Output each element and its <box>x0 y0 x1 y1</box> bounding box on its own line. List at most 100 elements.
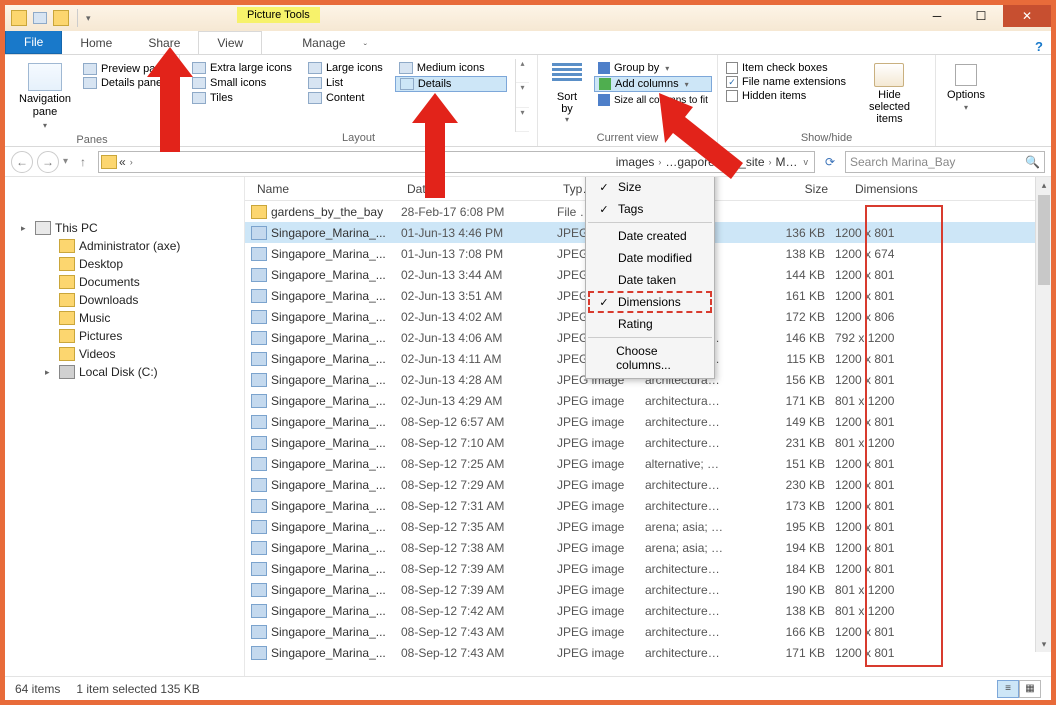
layout-scroll[interactable]: ▴▾▾ <box>515 59 529 132</box>
breadcrumb[interactable]: « <box>119 155 126 169</box>
file-name-extensions-toggle[interactable]: ✓File name extensions <box>726 76 846 88</box>
add-columns-button[interactable]: Add columns▾ <box>594 76 712 92</box>
medium-icons-icon <box>399 62 413 74</box>
size-columns-button[interactable]: Size all columns to fit <box>594 93 712 107</box>
file-row[interactable]: Singapore_Marina_...08-Sep-12 7:43 AMJPE… <box>245 642 1051 663</box>
image-file-icon <box>251 625 267 639</box>
preview-pane-button[interactable]: Preview pane <box>83 63 168 75</box>
address-box[interactable]: «› images› …gapore› on_site› M… v <box>98 151 815 173</box>
image-file-icon <box>251 415 267 429</box>
breadcrumb[interactable]: on_site <box>726 155 765 169</box>
dropdown-item[interactable]: ✓Size <box>588 177 712 198</box>
scroll-up-icon[interactable]: ▴ <box>1036 177 1051 193</box>
layout-medium-icons[interactable]: Medium icons <box>395 61 507 75</box>
image-file-icon <box>251 310 267 324</box>
file-row[interactable]: Singapore_Marina_...08-Sep-12 7:43 AMJPE… <box>245 621 1051 642</box>
scroll-down-icon[interactable]: ▾ <box>1036 636 1051 652</box>
vertical-scrollbar[interactable]: ▴ ▾ <box>1035 177 1051 652</box>
window-controls: ─ ☐ ✕ <box>915 5 1051 27</box>
breadcrumb[interactable]: images <box>616 155 655 169</box>
file-row[interactable]: Singapore_Marina_...08-Sep-12 7:39 AMJPE… <box>245 558 1051 579</box>
file-row[interactable]: Singapore_Marina_...02-Jun-13 4:29 AMJPE… <box>245 390 1051 411</box>
tree-item[interactable]: Pictures <box>41 327 238 345</box>
status-bar: 64 items 1 item selected 135 KB ≡ ▦ <box>5 676 1051 700</box>
picture-tools-tab-label[interactable]: Picture Tools <box>237 7 320 23</box>
hidden-items-toggle[interactable]: Hidden items <box>726 90 846 102</box>
breadcrumb[interactable]: M… <box>776 155 798 169</box>
sort-by-button[interactable]: Sort by ▾ <box>546 59 588 132</box>
tree-item[interactable]: Documents <box>41 273 238 291</box>
tree-item[interactable]: Desktop <box>41 255 238 273</box>
column-header-date[interactable]: Date <box>401 182 557 196</box>
breadcrumb[interactable]: …gapore <box>665 155 714 169</box>
layout-tiles[interactable]: Tiles <box>188 91 296 105</box>
tree-item[interactable]: Downloads <box>41 291 238 309</box>
column-header-name[interactable]: Name <box>251 182 401 196</box>
xl-icons-icon <box>192 62 206 74</box>
tab-file[interactable]: File <box>5 30 62 54</box>
layout-large-icons[interactable]: Large icons <box>304 61 387 75</box>
tree-item[interactable]: ▸Local Disk (C:) <box>41 363 238 381</box>
file-row[interactable]: Singapore_Marina_...08-Sep-12 7:38 AMJPE… <box>245 537 1051 558</box>
address-dropdown-icon[interactable]: v <box>800 157 813 167</box>
tree-item[interactable]: Administrator (axe) <box>41 237 238 255</box>
maximize-button[interactable]: ☐ <box>959 5 1003 27</box>
layout-small-icons[interactable]: Small icons <box>188 76 296 90</box>
details-icon <box>400 78 414 90</box>
properties-icon[interactable] <box>33 12 47 24</box>
dropdown-item[interactable]: Choose columns... <box>588 340 712 376</box>
recent-dropdown-icon[interactable]: ▾ <box>63 156 68 167</box>
dropdown-item[interactable]: Date taken <box>588 269 712 291</box>
help-icon[interactable]: ? <box>1035 39 1043 54</box>
layout-details[interactable]: Details <box>395 76 507 92</box>
file-row[interactable]: Singapore_Marina_...08-Sep-12 7:31 AMJPE… <box>245 495 1051 516</box>
dropdown-item[interactable]: Date created <box>588 225 712 247</box>
refresh-button[interactable]: ⟳ <box>819 151 841 173</box>
navigation-pane-button[interactable]: Navigation pane ▾ <box>13 59 77 134</box>
close-button[interactable]: ✕ <box>1003 5 1051 27</box>
tree-item[interactable]: Videos <box>41 345 238 363</box>
file-row[interactable]: Singapore_Marina_...08-Sep-12 6:57 AMJPE… <box>245 411 1051 432</box>
dropdown-item[interactable]: Date modified <box>588 247 712 269</box>
tab-share[interactable]: Share <box>130 32 198 54</box>
group-by-button[interactable]: Group by▾ <box>594 61 712 75</box>
file-row[interactable]: Singapore_Marina_...08-Sep-12 7:35 AMJPE… <box>245 516 1051 537</box>
hide-selected-items-button[interactable]: Hide selected items <box>852 59 927 132</box>
file-row[interactable]: Singapore_Marina_...08-Sep-12 7:10 AMJPE… <box>245 432 1051 453</box>
tab-manage[interactable]: Manage <box>284 32 363 54</box>
hide-items-icon <box>874 63 904 87</box>
dropdown-item[interactable]: Rating <box>588 313 712 335</box>
open-folder-icon[interactable] <box>53 10 69 26</box>
qat-dropdown-icon[interactable]: ▾ <box>86 13 91 24</box>
tab-home[interactable]: Home <box>62 32 130 54</box>
folder-icon <box>11 10 27 26</box>
layout-extra-large-icons[interactable]: Extra large icons <box>188 61 296 75</box>
file-row[interactable]: Singapore_Marina_...08-Sep-12 7:39 AMJPE… <box>245 579 1051 600</box>
forward-button[interactable]: → <box>37 151 59 173</box>
collapse-ribbon-icon[interactable]: ˇ <box>364 43 367 54</box>
tree-item[interactable]: Music <box>41 309 238 327</box>
column-header-dimensions[interactable]: Dimensions <box>835 182 935 196</box>
minimize-button[interactable]: ─ <box>915 5 959 27</box>
up-button[interactable]: ↑ <box>72 151 94 173</box>
thumbnails-view-toggle[interactable]: ▦ <box>1019 680 1041 698</box>
layout-list[interactable]: List <box>304 76 387 90</box>
details-view-toggle[interactable]: ≡ <box>997 680 1019 698</box>
dropdown-item[interactable]: ✓Tags <box>588 198 712 220</box>
column-header-size[interactable]: Size <box>745 182 835 196</box>
file-row[interactable]: Singapore_Marina_...08-Sep-12 7:42 AMJPE… <box>245 600 1051 621</box>
tab-view[interactable]: View <box>198 31 262 54</box>
scrollbar-thumb[interactable] <box>1038 195 1050 285</box>
back-button[interactable]: ← <box>11 151 33 173</box>
folder-icon <box>59 329 75 343</box>
preview-pane-icon <box>83 63 97 75</box>
details-pane-button[interactable]: Details pane <box>83 77 168 89</box>
file-row[interactable]: Singapore_Marina_...08-Sep-12 7:25 AMJPE… <box>245 453 1051 474</box>
layout-content[interactable]: Content <box>304 91 387 105</box>
dropdown-item[interactable]: ✓Dimensions <box>588 291 712 313</box>
item-check-boxes-toggle[interactable]: Item check boxes <box>726 62 846 74</box>
search-input[interactable]: Search Marina_Bay 🔍 <box>845 151 1045 173</box>
file-row[interactable]: Singapore_Marina_...08-Sep-12 7:29 AMJPE… <box>245 474 1051 495</box>
options-button[interactable]: Options ▾ <box>944 59 988 116</box>
tree-item-this-pc[interactable]: ▸This PC <box>17 219 238 237</box>
